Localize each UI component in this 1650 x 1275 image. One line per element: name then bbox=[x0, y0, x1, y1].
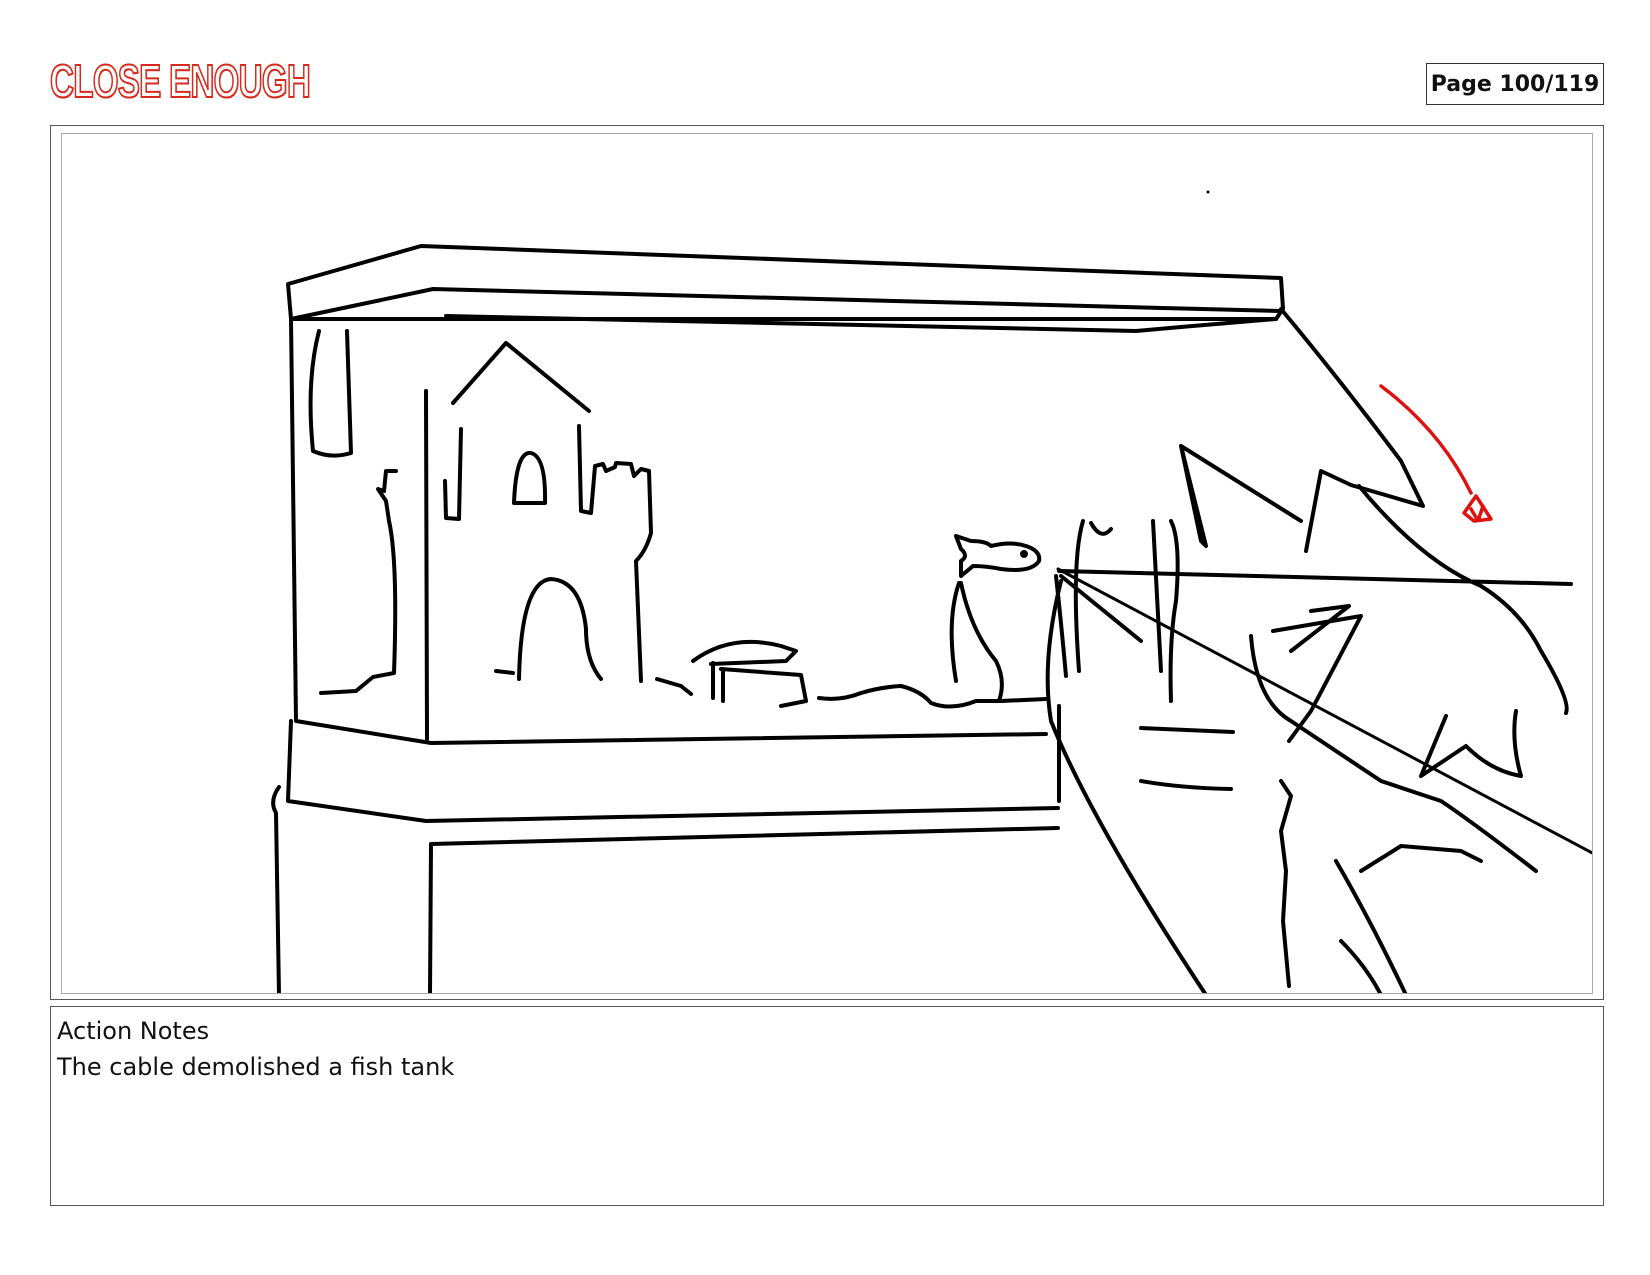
action-notes-title: Action Notes bbox=[57, 1017, 210, 1045]
fish-tank-sketch bbox=[271, 190, 1592, 993]
plant bbox=[949, 581, 1004, 703]
cable bbox=[1057, 569, 1573, 586]
castle-decoration bbox=[319, 341, 653, 695]
fish bbox=[954, 534, 1042, 578]
action-notes-box: Action Notes The cable demolished a fish… bbox=[50, 1006, 1604, 1206]
storyboard-panel bbox=[61, 133, 1593, 994]
treasure-chest bbox=[691, 639, 808, 708]
page-number-badge: Page 100/119 bbox=[1426, 63, 1604, 105]
tank-glass bbox=[289, 317, 1048, 745]
glass-shards bbox=[1045, 307, 1569, 993]
action-notes-text: The cable demolished a fish tank bbox=[57, 1053, 455, 1081]
close-enough-logo: CLOSE ENOUGH bbox=[49, 55, 311, 107]
